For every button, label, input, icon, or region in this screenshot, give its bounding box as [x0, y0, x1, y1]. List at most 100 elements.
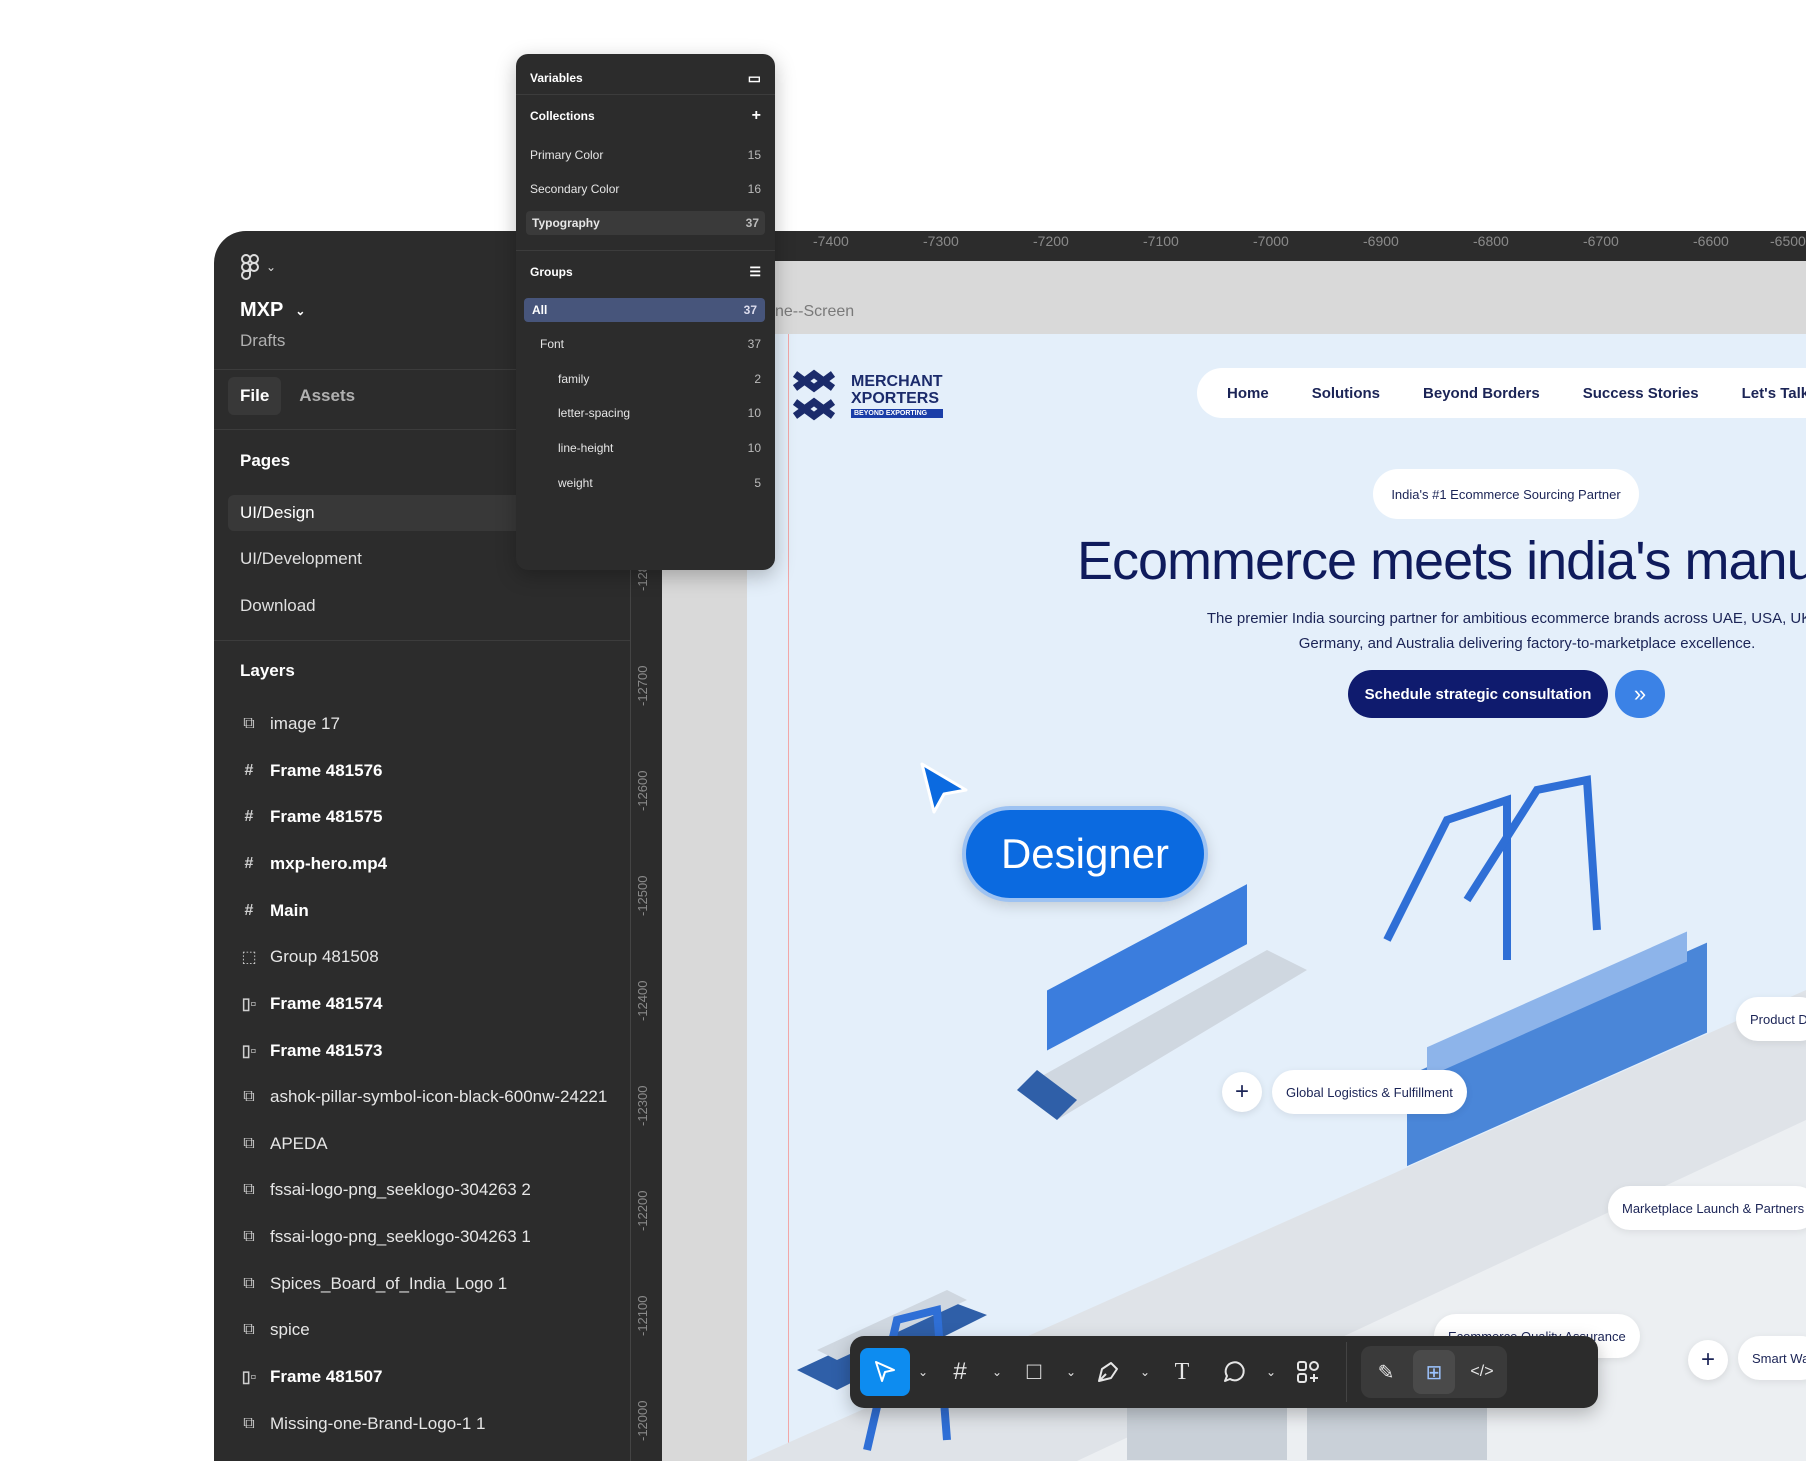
nav-home[interactable]: Home — [1227, 385, 1269, 402]
logo-tagline: BEYOND EXPORTING — [851, 408, 943, 418]
layer-item[interactable]: ▯▫ Frame 481507 — [240, 1362, 383, 1392]
group-count: 37 — [743, 303, 757, 317]
groups-header: Groups ☰ — [530, 260, 761, 284]
nav-lets-talk[interactable]: Let's Talk — [1742, 385, 1806, 402]
nav-solutions[interactable]: Solutions — [1312, 385, 1380, 402]
group-name: family — [558, 372, 590, 386]
double-chevron-right-icon[interactable]: » — [1615, 670, 1665, 718]
logo-line-1: MERCHANT — [851, 372, 943, 390]
tag-product[interactable]: Product D — [1736, 997, 1806, 1041]
project-switcher[interactable]: MXP ⌄ — [240, 299, 305, 322]
move-tool-button[interactable] — [860, 1348, 910, 1396]
layer-item[interactable]: # Frame 481576 — [240, 756, 383, 786]
rectangle-icon: □ — [1026, 1358, 1042, 1385]
collections-heading: Collections — [530, 109, 595, 123]
chevron-down-icon[interactable]: ⌄ — [1136, 1348, 1154, 1396]
pages-heading: Pages — [240, 451, 291, 470]
page-download[interactable]: Download — [228, 588, 648, 624]
hero-subtext: The premier India sourcing partner for a… — [1117, 606, 1806, 656]
layer-item[interactable]: ⬚ Group 481508 — [240, 942, 379, 972]
group-item[interactable]: line-height 10 — [558, 436, 761, 460]
dev-mode-button[interactable]: </> — [1461, 1350, 1503, 1394]
layer-item[interactable]: ⧉ spice — [240, 1315, 310, 1345]
layer-name: fssai-logo-png_seeklogo-304263 2 — [270, 1180, 531, 1199]
plus-icon[interactable]: + — [1222, 1072, 1262, 1112]
group-name: letter-spacing — [558, 406, 631, 420]
layer-item[interactable]: # Main — [240, 896, 309, 926]
collection-item[interactable]: Primary Color 15 — [530, 143, 761, 167]
group-item[interactable]: weight 5 — [558, 471, 761, 495]
group-item[interactable]: Font 37 — [540, 332, 761, 356]
ruler-tick: -12300 — [635, 1085, 650, 1126]
layer-item[interactable]: ⧉ APEDA — [240, 1129, 327, 1159]
tag-marketplace[interactable]: Marketplace Launch & Partners — [1608, 1186, 1806, 1230]
layer-item[interactable]: ⧉ Spices_Board_of_India_Logo 1 — [240, 1269, 507, 1299]
tab-assets[interactable]: Assets — [287, 377, 367, 415]
group-name: weight — [558, 476, 593, 490]
comment-icon — [1224, 1361, 1245, 1382]
layer-item[interactable]: # Frame 481575 — [240, 802, 383, 832]
draw-mode-button[interactable]: ✎ — [1365, 1350, 1407, 1394]
chevron-down-icon: ⌄ — [266, 260, 277, 274]
site-logo[interactable]: MERCHANT XPORTERS BEYOND EXPORTING — [789, 368, 943, 422]
ruler-tick: -12700 — [635, 665, 650, 706]
design-mode-button[interactable]: ⊞ — [1413, 1350, 1455, 1394]
layer-item[interactable]: # mxp-hero.mp4 — [240, 849, 388, 879]
layer-name: Group 481508 — [270, 947, 379, 966]
group-name: All — [532, 303, 548, 317]
nav-success-stories[interactable]: Success Stories — [1583, 385, 1699, 402]
collection-name: Typography — [532, 216, 600, 230]
collection-item[interactable]: Secondary Color 16 — [530, 177, 761, 201]
collection-count: 15 — [747, 148, 761, 162]
pen-tool-button[interactable] — [1084, 1348, 1132, 1396]
layer-name: ashok-pillar-symbol-icon-black-600nw-242… — [270, 1087, 608, 1106]
layer-item[interactable]: ⧉ ashok-pillar-symbol-icon-black-600nw-24… — [240, 1082, 607, 1112]
tag-smart[interactable]: Smart Wa — [1738, 1336, 1806, 1380]
frame-tool-button[interactable]: # — [936, 1348, 984, 1396]
chevron-down-icon[interactable]: ⌄ — [1062, 1348, 1080, 1396]
logo-line-2: XPORTERS — [851, 389, 940, 407]
layer-item[interactable]: ▯▫ Frame 481574 — [240, 989, 383, 1019]
layer-item[interactable]: ⧉ image 17 — [240, 709, 340, 739]
layer-item[interactable]: ⧉ Missing-one-Brand-Logo-1 1 — [240, 1409, 485, 1439]
actions-tool-button[interactable] — [1284, 1348, 1332, 1396]
chevron-down-icon[interactable]: ⌄ — [914, 1348, 932, 1396]
sidebar-toggle-icon[interactable]: ▭ — [748, 70, 761, 87]
designer-cursor-label: Designer — [962, 806, 1208, 902]
project-location[interactable]: Drafts — [240, 331, 285, 351]
ruler-tick: -12200 — [635, 1190, 650, 1231]
group-item[interactable]: All 37 — [524, 298, 765, 322]
ruler-tick: -7000 — [1253, 233, 1289, 249]
text-tool-button[interactable]: T — [1158, 1348, 1206, 1396]
rectangle-tool-button[interactable]: □ — [1010, 1348, 1058, 1396]
group-item[interactable]: family 2 — [558, 367, 761, 391]
layer-name: spice — [270, 1320, 310, 1339]
layer-name: Main — [270, 901, 309, 920]
frame-name-label[interactable]: ne--Screen — [775, 303, 854, 321]
divider — [1346, 1342, 1347, 1402]
divider — [214, 640, 662, 641]
group-item[interactable]: letter-spacing 10 — [558, 401, 761, 425]
tag-global-logistics[interactable]: Global Logistics & Fulfillment — [1272, 1070, 1467, 1114]
tab-file[interactable]: File — [228, 377, 282, 415]
collection-item[interactable]: Typography 37 — [526, 211, 765, 235]
layer-name: mxp-hero.mp4 — [270, 854, 388, 873]
layer-item[interactable]: ⧉ fssai-logo-png_seeklogo-304263 1 — [240, 1222, 531, 1252]
group-icon: ⬚ — [241, 949, 257, 966]
nav-beyond-borders[interactable]: Beyond Borders — [1423, 385, 1540, 402]
ruler-tick: -6700 — [1583, 233, 1619, 249]
chevron-down-icon[interactable]: ⌄ — [988, 1348, 1006, 1396]
plus-icon[interactable]: + — [1688, 1340, 1728, 1380]
ruler-tick: -7200 — [1033, 233, 1069, 249]
list-options-icon[interactable]: ☰ — [749, 264, 761, 280]
schedule-consultation-button[interactable]: Schedule strategic consultation — [1348, 670, 1608, 718]
add-collection-icon[interactable]: + — [752, 107, 761, 125]
collection-count: 16 — [747, 182, 761, 196]
chevron-down-icon[interactable]: ⌄ — [1262, 1348, 1280, 1396]
layer-item[interactable]: ▯▫ Frame 481573 — [240, 1036, 383, 1066]
comment-tool-button[interactable] — [1210, 1348, 1258, 1396]
frame-icon: # — [244, 762, 254, 779]
figma-menu[interactable]: ⌄ — [240, 253, 276, 281]
layer-item[interactable]: ⧉ fssai-logo-png_seeklogo-304263 2 — [240, 1175, 531, 1205]
frame-icon: # — [953, 1358, 967, 1385]
